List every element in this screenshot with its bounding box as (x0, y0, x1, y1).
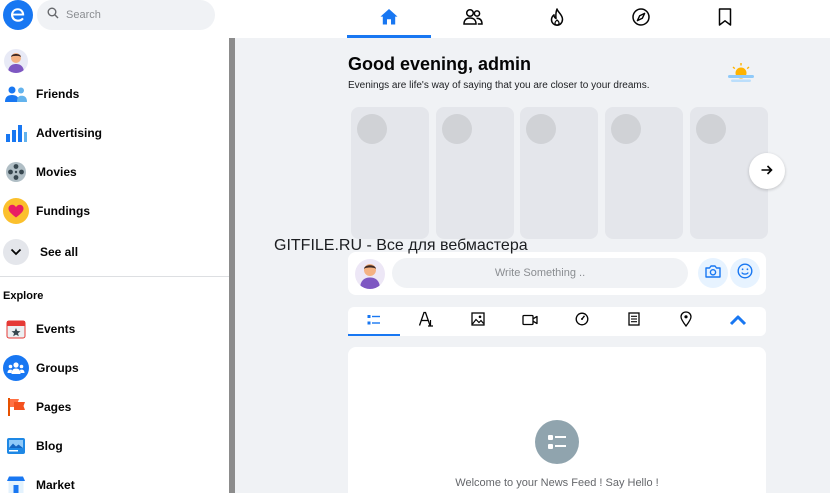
gauge-icon (575, 312, 589, 331)
avatar[interactable] (4, 49, 28, 73)
sunset-icon (725, 60, 757, 84)
sidebar-item-label: Advertising (36, 126, 103, 140)
home-icon (379, 7, 399, 32)
document-icon (628, 312, 640, 331)
friends-icon (3, 81, 29, 107)
tab-video-posts[interactable] (504, 307, 556, 336)
map-pin-icon (680, 311, 692, 332)
heart-icon (3, 198, 29, 224)
arrow-right-icon (761, 162, 773, 180)
avatar[interactable] (355, 259, 385, 289)
image-icon (471, 312, 485, 331)
sidebar-item-market[interactable]: Market (0, 467, 229, 493)
sidebar-item-events[interactable]: Events (0, 311, 229, 347)
chevron-up-icon (729, 313, 747, 331)
sidebar-item-label: Market (36, 478, 75, 492)
tab-trending[interactable] (515, 0, 599, 38)
main-content: Good evening, admin Evenings are life's … (235, 38, 830, 493)
tab-poll-posts[interactable] (556, 307, 608, 336)
story-avatar (357, 114, 387, 144)
greeting-subtitle: Evenings are life's way of saying that y… (348, 80, 650, 91)
explore-heading: Explore (3, 290, 44, 302)
sidebar-item-label: Events (36, 322, 76, 336)
list-icon (367, 313, 381, 331)
collapse-filter-button[interactable] (712, 307, 764, 336)
sidebar-item-advertising[interactable]: Advertising (0, 115, 229, 151)
sidebar-item-label: Groups (36, 361, 79, 375)
sidebar-item-pages[interactable]: Pages (0, 389, 229, 425)
video-camera-icon (522, 313, 538, 331)
tab-text-posts[interactable] (400, 307, 452, 336)
bookmark-icon (717, 7, 733, 32)
groups-icon (3, 355, 29, 381)
sidebar-item-label: Movies (36, 165, 77, 179)
people-icon (462, 7, 484, 32)
feed-list-icon (535, 420, 579, 464)
top-navbar: Search (0, 0, 830, 38)
text-font-icon (418, 311, 434, 332)
flame-icon (548, 7, 566, 32)
sidebar-item-label: Friends (36, 87, 80, 101)
post-type-filter-bar (348, 307, 766, 336)
search-input[interactable]: Search (66, 9, 101, 21)
tab-location-posts[interactable] (660, 307, 712, 336)
calendar-star-icon (3, 316, 29, 342)
tab-all-posts[interactable] (348, 307, 400, 336)
app-logo-icon[interactable] (3, 0, 33, 30)
film-reel-icon (3, 159, 29, 185)
market-icon (3, 472, 29, 493)
bar-chart-icon (3, 120, 29, 146)
search-bar[interactable]: Search (37, 0, 215, 30)
left-sidebar: Friends Advertising Movies Fundings See … (0, 38, 229, 493)
story-card[interactable] (351, 107, 429, 239)
photo-upload-button[interactable] (698, 258, 728, 288)
see-all-label: See all (40, 245, 79, 259)
watermark-text: GITFILE.RU - Все для вебмастера (274, 237, 528, 254)
sidebar-item-movies[interactable]: Movies (0, 154, 229, 190)
camera-icon (705, 264, 721, 283)
sidebar-item-label: Pages (36, 400, 72, 414)
story-avatar (696, 114, 726, 144)
story-card[interactable] (436, 107, 514, 239)
tab-explore[interactable] (599, 0, 683, 38)
sidebar-item-label: Fundings (36, 204, 90, 218)
emoji-button[interactable] (730, 258, 760, 288)
tab-saved[interactable] (683, 0, 767, 38)
search-icon (47, 6, 59, 24)
story-card[interactable] (520, 107, 598, 239)
post-composer: Write Something .. (348, 252, 766, 295)
smiley-icon (737, 262, 753, 284)
tab-article-posts[interactable] (608, 307, 660, 336)
see-all-button[interactable]: See all (0, 234, 229, 270)
sidebar-item-fundings[interactable]: Fundings (0, 193, 229, 229)
sidebar-item-groups[interactable]: Groups (0, 350, 229, 386)
chevron-down-icon (3, 239, 29, 265)
story-card[interactable] (605, 107, 683, 239)
sidebar-divider (0, 276, 229, 277)
tab-friends[interactable] (431, 0, 515, 38)
flag-icon (3, 394, 29, 420)
sidebar-item-label: Blog (36, 439, 63, 453)
compass-icon (631, 7, 651, 32)
stories-next-button[interactable] (749, 153, 785, 189)
welcome-message: Welcome to your News Feed ! Say Hello ! (455, 477, 659, 489)
blog-icon (3, 433, 29, 459)
greeting-title: Good evening, admin (348, 54, 532, 74)
story-avatar (442, 114, 472, 144)
tab-photo-posts[interactable] (452, 307, 504, 336)
story-avatar (526, 114, 556, 144)
tab-home[interactable] (347, 0, 431, 38)
news-feed-card: Welcome to your News Feed ! Say Hello ! (348, 347, 766, 493)
sidebar-item-blog[interactable]: Blog (0, 428, 229, 464)
story-avatar (611, 114, 641, 144)
write-something-input[interactable]: Write Something .. (392, 258, 688, 288)
sidebar-item-friends[interactable]: Friends (0, 76, 229, 112)
